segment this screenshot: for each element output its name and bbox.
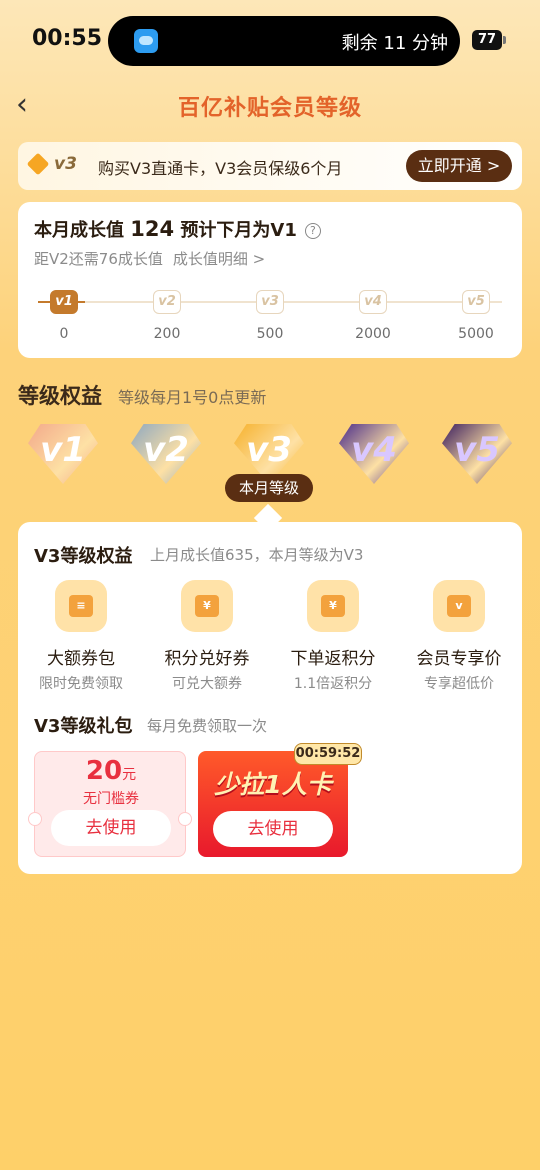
- gem-label: v1: [40, 430, 86, 470]
- icon-glyph: ¥: [321, 595, 345, 617]
- growth-value: 124: [130, 217, 175, 241]
- icon-glyph: ≡: [69, 595, 93, 617]
- growth-detail-link[interactable]: 成长值明细 >: [173, 250, 265, 268]
- growth-label: 本月成长值: [34, 220, 124, 241]
- growth-forecast: 预计下月为V1: [180, 220, 297, 241]
- gem-label: v4: [351, 430, 397, 470]
- status-time: 00:55: [32, 26, 103, 51]
- use-card-button[interactable]: 去使用: [213, 811, 333, 847]
- page-title: 百亿补贴会员等级: [177, 96, 362, 121]
- current-level-badge: 本月等级: [225, 474, 313, 502]
- benefit-title: 大额券包: [47, 649, 115, 669]
- icon-glyph: v: [447, 595, 471, 617]
- icon-glyph: ¥: [195, 595, 219, 617]
- benefit-subtitle: 专享超低价: [424, 676, 494, 692]
- points-coupon-icon: ¥: [181, 580, 233, 632]
- app-icon: [134, 29, 158, 53]
- coupon-card[interactable]: 20元 无门槛券 去使用: [28, 751, 192, 857]
- level-node-v2: v2: [153, 290, 181, 314]
- promo-badge: v3: [54, 154, 77, 174]
- level-gem-v4[interactable]: v4: [339, 424, 409, 484]
- gift-title: V3等级礼包: [34, 716, 133, 737]
- benefit-item[interactable]: ¥ 下单返积分 1.1倍返积分: [270, 580, 396, 693]
- level-threshold: 2000: [355, 326, 391, 342]
- growth-subline: 距V2还需76成长值 成长值明细 >: [34, 248, 265, 269]
- promo-banner[interactable]: v3 购买V3直通卡，V3会员保级6个月 立即开通 >: [18, 142, 522, 190]
- benefit-title: 会员专享价: [416, 649, 502, 669]
- level-node-v5: v5: [462, 290, 490, 314]
- level-benefits-card: V3等级权益 上月成长值635，本月等级为V3 ≡ 大额券包限时免费领取 ¥ 积分兑好…: [18, 522, 522, 874]
- promo-text: 购买V3直通卡，V3会员保级6个月: [98, 159, 343, 178]
- island-text: 剩余 11 分钟: [341, 33, 448, 54]
- dynamic-island[interactable]: 剩余 11 分钟: [108, 16, 460, 66]
- use-coupon-button[interactable]: 去使用: [51, 810, 171, 846]
- level-benefits-subtitle: 上月成长值635，本月等级为V3: [150, 546, 364, 564]
- level-benefits-title: V3等级权益: [34, 546, 133, 567]
- open-now-button[interactable]: 立即开通 >: [406, 150, 512, 182]
- benefit-subtitle: 限时免费领取: [39, 676, 123, 692]
- growth-card: 本月成长值 124 预计下月为V1? 距V2还需76成长值 成长值明细 > v1 0…: [18, 202, 522, 358]
- help-icon[interactable]: ?: [304, 223, 321, 239]
- battery-icon: 77: [472, 30, 506, 50]
- gem-label: v2: [143, 430, 189, 470]
- level-threshold: 500: [256, 326, 284, 342]
- gift-subtitle: 每月免费领取一次: [147, 717, 268, 735]
- benefit-item[interactable]: v 会员专享价专享超低价: [396, 580, 522, 693]
- growth-need-text: 距V2还需76成长值: [34, 250, 163, 268]
- level-node-v1: v1: [50, 290, 78, 314]
- coupon-amount: 20元: [85, 756, 137, 786]
- benefit-subtitle: 可兑大额券: [172, 676, 242, 692]
- member-price-icon: v: [433, 580, 485, 632]
- benefit-title: 下单返积分: [290, 649, 376, 669]
- countdown-timer: 00:59:52: [294, 743, 362, 765]
- growth-heading: 本月成长值 124 预计下月为V1?: [34, 216, 321, 242]
- benefit-item[interactable]: ¥ 积分兑好券可兑大额券: [144, 580, 270, 693]
- coupon-desc: 无门槛券: [83, 791, 139, 807]
- diamond-icon: [26, 152, 50, 176]
- benefit-subtitle: 1.1倍返积分: [293, 676, 373, 692]
- points-return-icon: ¥: [307, 580, 359, 632]
- gem-label: v5: [454, 430, 500, 470]
- benefits-title: 等级权益: [18, 384, 102, 408]
- member-card-title: 少拉1人卡: [214, 770, 332, 799]
- member-card[interactable]: 00:59:52 少拉1人卡 去使用: [198, 743, 362, 857]
- benefit-title: 积分兑好券: [164, 649, 250, 669]
- level-gem-v1[interactable]: v1: [28, 424, 98, 484]
- level-threshold: 0: [59, 326, 69, 342]
- level-gem-v2[interactable]: v2: [131, 424, 201, 484]
- gem-label: v3: [246, 430, 292, 470]
- level-threshold: 5000: [458, 326, 494, 342]
- level-gem-v5[interactable]: v5: [442, 424, 512, 484]
- coupon-pack-icon: ≡: [55, 580, 107, 632]
- level-node-v4: v4: [359, 290, 387, 314]
- level-node-v3: v3: [256, 290, 284, 314]
- benefit-item[interactable]: ≡ 大额券包限时免费领取: [18, 580, 144, 693]
- benefits-subtitle: 等级每月1号0点更新: [118, 388, 267, 407]
- status-bar: 00:55 剩余 11 分钟 77: [0, 0, 540, 80]
- level-threshold: 200: [153, 326, 181, 342]
